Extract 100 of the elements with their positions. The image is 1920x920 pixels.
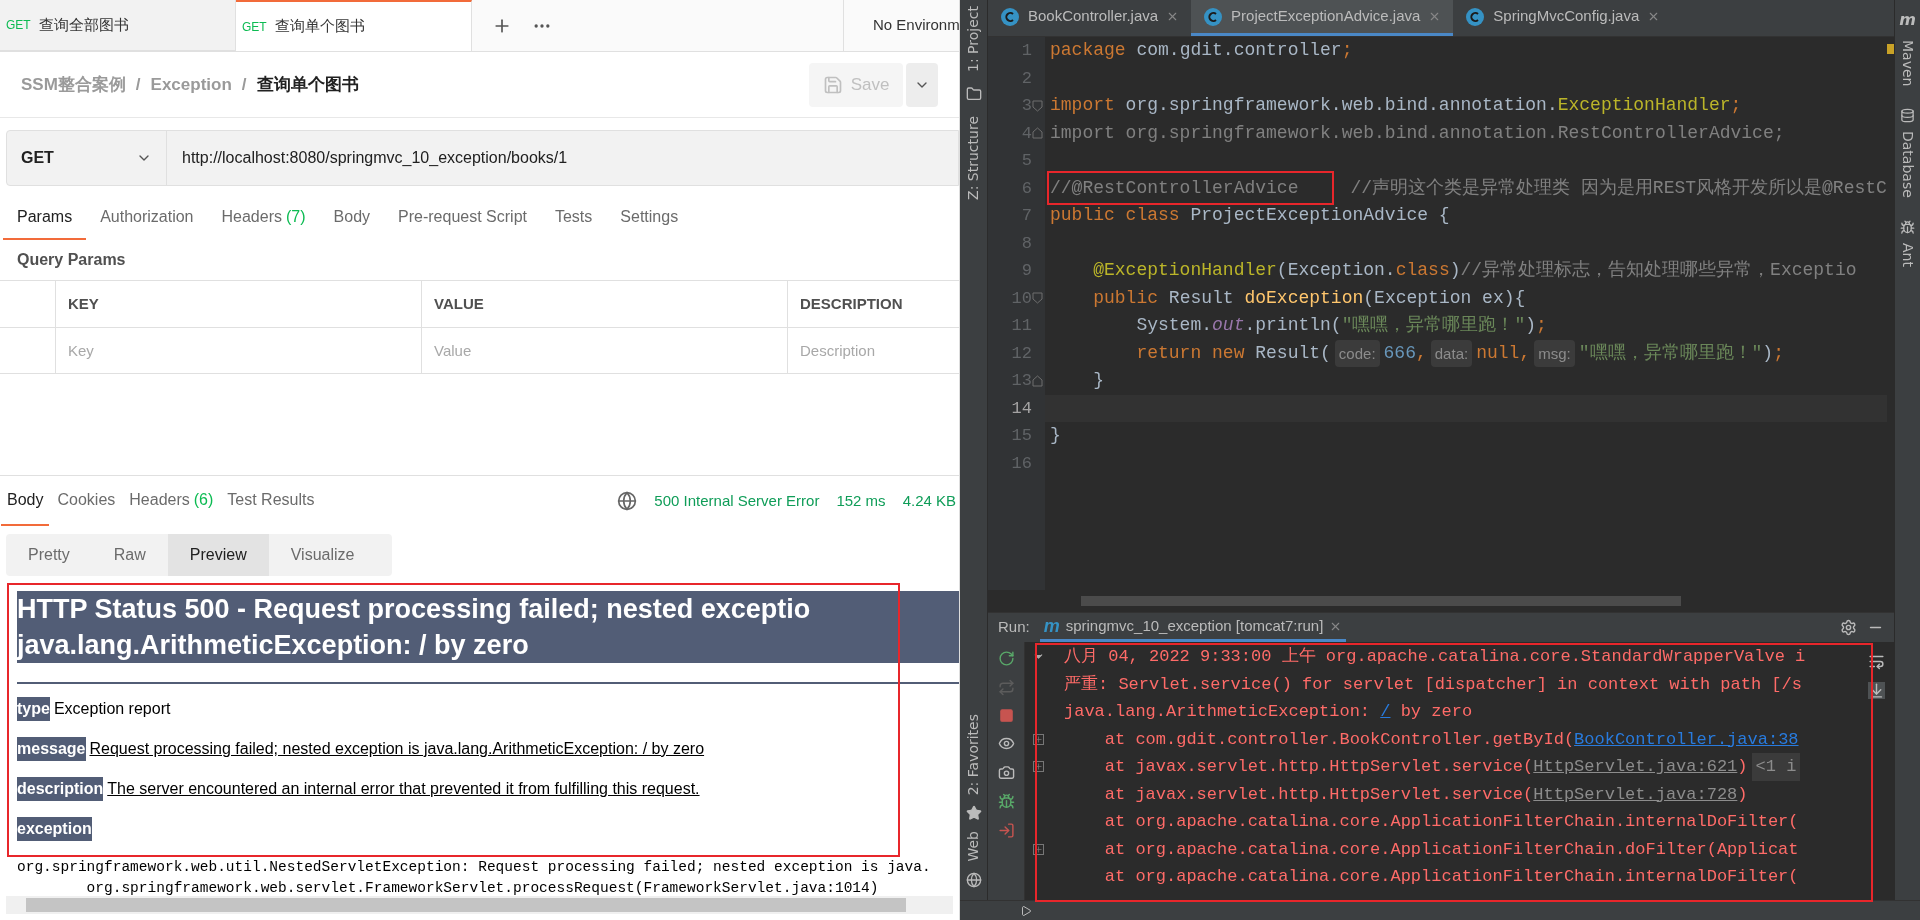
view-mode-option[interactable]: Visualize bbox=[268, 534, 377, 576]
console-text: by zero bbox=[1399, 701, 1473, 723]
rerun-icon[interactable] bbox=[997, 650, 1015, 667]
response-tab[interactable]: Test Results bbox=[221, 476, 321, 526]
section-title: Query Params bbox=[17, 250, 126, 270]
console-link[interactable]: HttpServlet.java:621 bbox=[1533, 753, 1738, 781]
request-tab[interactable]: GET 查询单个图书 bbox=[236, 0, 472, 51]
globe-icon[interactable] bbox=[965, 872, 982, 888]
code-token: .println( bbox=[1244, 314, 1342, 337]
tool-window-label[interactable]: Maven bbox=[1897, 40, 1918, 87]
console-text: at org.apache.catalina.core.ApplicationFilterChain.doFilter(Applicat bbox=[1103, 838, 1799, 861]
code-token: out bbox=[1212, 314, 1245, 337]
breadcrumb-item[interactable]: / bbox=[135, 71, 141, 98]
param-field[interactable]: Description bbox=[788, 328, 959, 373]
status-code: 500 Internal Server Error bbox=[654, 490, 820, 511]
code-token: com.gdit.controller bbox=[1135, 39, 1342, 62]
code-token: ; bbox=[1536, 314, 1547, 337]
soft-wrap-icon[interactable] bbox=[1867, 653, 1885, 670]
environment-selector[interactable]: No Environm bbox=[844, 0, 959, 51]
tab[interactable]: Tests bbox=[540, 196, 607, 240]
editor-tab[interactable]: BookController.java bbox=[988, 0, 1192, 36]
code-token: } bbox=[1050, 424, 1061, 447]
code-token: ; bbox=[1730, 94, 1742, 117]
field-label: type bbox=[17, 697, 50, 721]
scrollbar-thumb[interactable] bbox=[1081, 596, 1681, 606]
logo-letter[interactable]: m bbox=[1899, 8, 1916, 32]
fold-start-icon[interactable] bbox=[1032, 99, 1043, 112]
folder-icon[interactable] bbox=[965, 86, 982, 102]
stop-icon[interactable] bbox=[998, 708, 1014, 723]
breadcrumb-item[interactable]: / bbox=[241, 71, 247, 98]
breadcrumb-item[interactable]: SSM整合案例 bbox=[21, 71, 126, 98]
console-link[interactable]: / bbox=[1380, 698, 1391, 726]
code-token: Result bbox=[1167, 286, 1235, 310]
code-token: ; bbox=[1773, 341, 1784, 365]
settings-icon[interactable] bbox=[1840, 619, 1857, 636]
fold-start-icon[interactable] bbox=[1032, 292, 1043, 305]
request-tab[interactable]: GET 查询全部图书 bbox=[0, 0, 236, 51]
response-tab[interactable]: Headers (6) bbox=[123, 476, 220, 526]
class-icon bbox=[1203, 6, 1224, 27]
expand-icon[interactable] bbox=[1033, 733, 1044, 745]
class-icon bbox=[1000, 6, 1020, 27]
tab[interactable]: Headers (7) bbox=[207, 196, 320, 240]
code-token: ExceptionHandler bbox=[1557, 94, 1731, 117]
run-configuration-tab[interactable]: m springmvc_10_exception [tomcat7:run] bbox=[1039, 613, 1347, 642]
code-token: doException bbox=[1244, 286, 1364, 310]
star-icon[interactable] bbox=[965, 805, 982, 822]
code-token: ) bbox=[1525, 314, 1537, 337]
tab[interactable]: Body bbox=[319, 196, 385, 240]
field-label: description bbox=[17, 777, 104, 801]
fold-end-icon[interactable] bbox=[1032, 127, 1043, 140]
console-link[interactable]: HttpServlet.java:728 bbox=[1533, 780, 1738, 808]
view-mode-option[interactable]: Pretty bbox=[6, 534, 92, 576]
console-text: 严重: Servlet.service() for servlet [dispatcher] in context with path [/s bbox=[1064, 673, 1802, 696]
console-link[interactable]: BookController.java:38 bbox=[1574, 725, 1799, 753]
code-token: import bbox=[1050, 94, 1115, 117]
tab[interactable]: Pre-request Script bbox=[384, 196, 541, 240]
tool-window-label[interactable]: Web bbox=[963, 831, 984, 862]
response-tab[interactable]: Body bbox=[1, 476, 50, 526]
code-token: ) bbox=[1762, 341, 1774, 365]
error-heading: HTTP Status 500 - Request processing failed; nested exceptio java.lang.ArithmeticException: / by zero bbox=[17, 591, 959, 663]
breadcrumb-item[interactable]: Exception bbox=[150, 71, 232, 98]
exit-icon[interactable] bbox=[997, 822, 1015, 839]
camera-icon[interactable] bbox=[997, 764, 1015, 781]
tool-window-label[interactable]: Z: Structure bbox=[963, 116, 984, 200]
column-header: KEY bbox=[68, 293, 99, 314]
scrollbar-thumb[interactable] bbox=[26, 898, 906, 912]
view-mode-option[interactable]: Preview bbox=[167, 534, 269, 576]
param-field[interactable]: Key bbox=[56, 328, 421, 373]
code-token: } bbox=[1092, 369, 1104, 392]
class-icon bbox=[1465, 6, 1486, 27]
code-token: code: bbox=[1334, 339, 1380, 367]
tab[interactable]: Authorization bbox=[86, 196, 208, 240]
tool-window-label[interactable]: 2: Favorites bbox=[963, 714, 984, 796]
database-icon[interactable] bbox=[1900, 108, 1915, 124]
tab[interactable]: Settings bbox=[606, 196, 693, 240]
code-token: "嘿嘿，异常哪里跑！" bbox=[1578, 341, 1763, 365]
code-token: @ExceptionHandler bbox=[1092, 259, 1277, 282]
field-text: Exception report bbox=[53, 699, 171, 719]
tool-window-label[interactable]: Ant bbox=[1897, 243, 1918, 268]
code-token: ; bbox=[1341, 39, 1353, 62]
view-mode-option[interactable]: Raw bbox=[91, 534, 168, 576]
expand-icon[interactable] bbox=[1033, 843, 1044, 855]
code-token: org.springframework.web.bind.annotation. bbox=[1124, 94, 1558, 117]
tool-window-label[interactable]: 1: Project bbox=[963, 6, 984, 72]
tab[interactable]: Params bbox=[3, 196, 87, 240]
globe-icon[interactable] bbox=[617, 491, 638, 511]
fold-end-icon[interactable] bbox=[1032, 374, 1043, 387]
param-field[interactable]: Value bbox=[422, 328, 787, 373]
run-icon[interactable] bbox=[1020, 904, 1032, 917]
bug-icon[interactable] bbox=[997, 793, 1015, 810]
editor-tab[interactable]: SpringMvcConfig.java bbox=[1453, 0, 1673, 36]
code-token: , bbox=[1415, 341, 1427, 365]
field-label: message bbox=[17, 737, 86, 761]
console-text: <1 i bbox=[1751, 753, 1801, 781]
expand-icon[interactable] bbox=[1033, 761, 1044, 773]
eye-icon[interactable] bbox=[997, 735, 1015, 752]
request-bar[interactable]: GET http://localhost:8080/springmvc_10_exception/books/1 bbox=[6, 130, 959, 186]
response-tab[interactable]: Cookies bbox=[51, 476, 122, 526]
editor-tab[interactable]: ProjectExceptionAdvice.java bbox=[1191, 0, 1454, 36]
tool-window-label[interactable]: Database bbox=[1897, 131, 1918, 199]
